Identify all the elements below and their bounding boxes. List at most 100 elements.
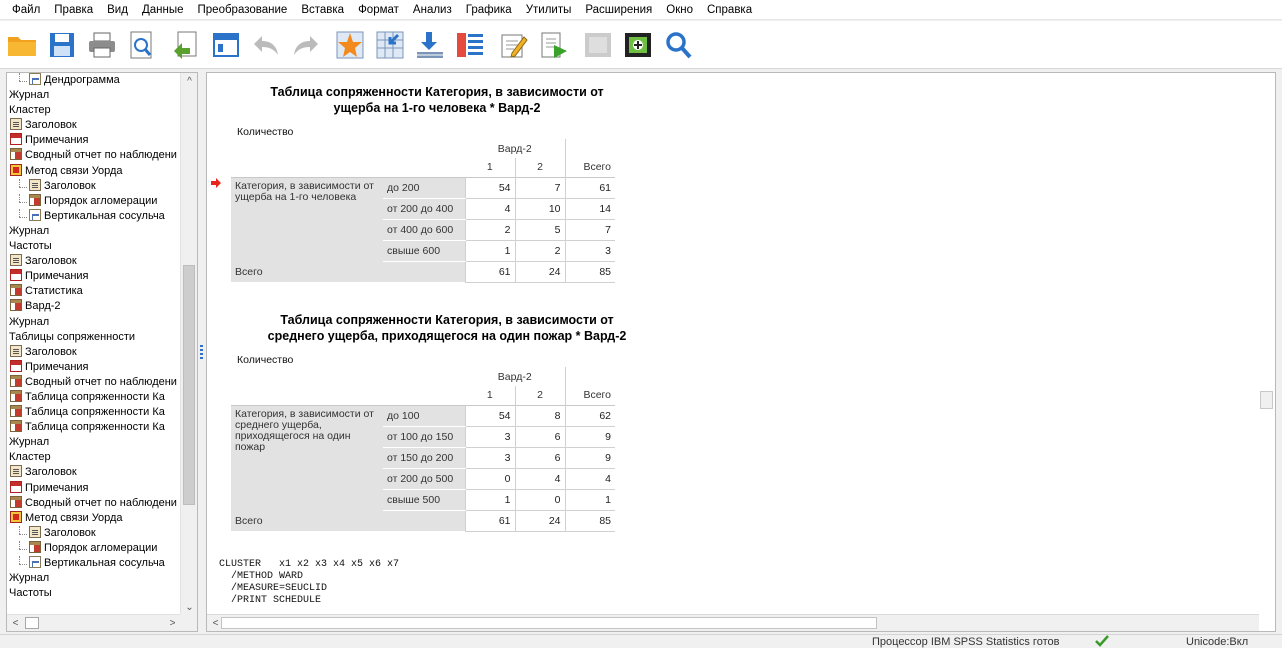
navigator-tree-item[interactable]: Вертикальная сосульча: [7, 208, 181, 224]
menu-item[interactable]: Окно: [659, 0, 700, 20]
navigator-tree-item[interactable]: Заголовок: [7, 254, 181, 269]
navigator-tree-item[interactable]: Журнал: [7, 571, 181, 586]
scroll-thumb[interactable]: [183, 265, 195, 505]
navigator-tree-item[interactable]: Сводный отчет по наблюдени: [7, 495, 181, 511]
navigator-horizontal-scrollbar[interactable]: < >: [7, 614, 181, 631]
navigator-tree-item[interactable]: Журнал: [7, 224, 181, 239]
navigator-tree-item[interactable]: Примечания: [7, 133, 181, 148]
goto-case-icon: [336, 31, 364, 58]
content-horizontal-scrollbar[interactable]: <: [207, 614, 1259, 631]
goto-variable-button[interactable]: [370, 23, 410, 67]
navigator-tree-item[interactable]: Вертикальная сосульча: [7, 556, 181, 571]
print-button[interactable]: [82, 23, 122, 67]
menu-item[interactable]: Расширения: [578, 0, 659, 20]
navigator-tree-item[interactable]: Примечания: [7, 269, 181, 284]
navigator-tree-item[interactable]: Таблица сопряженности Ка: [7, 389, 181, 405]
menu-item[interactable]: Вставка: [294, 0, 351, 20]
redo-button[interactable]: [286, 23, 326, 67]
table-subtitle: Количество: [237, 126, 294, 138]
menu-item[interactable]: Графика: [459, 0, 519, 20]
tree-item-label: Вертикальная сосульча: [44, 557, 165, 569]
hide-button[interactable]: [578, 23, 618, 67]
navigator-vertical-scrollbar[interactable]: ^ ⌄: [180, 73, 197, 616]
save-button[interactable]: [42, 23, 82, 67]
crosstab-table[interactable]: Вард-2 1 2 Всего Категория, в зависимости от…: [231, 367, 615, 532]
scroll-thumb[interactable]: [221, 617, 877, 629]
navigator-tree-item[interactable]: Примечания: [7, 480, 181, 496]
navigator-tree-item[interactable]: Журнал: [7, 435, 181, 450]
crosstab-table[interactable]: Вард-2 1 2 Всего Категория, в зависимости от…: [231, 139, 615, 283]
navigator-tree-item[interactable]: Сводный отчет по наблюдени: [7, 374, 181, 390]
menu-item[interactable]: Формат: [351, 0, 406, 20]
variables-button[interactable]: [450, 23, 490, 67]
navigator-tree-item[interactable]: Частоты: [7, 586, 181, 601]
export-button[interactable]: [166, 23, 206, 67]
navigator-tree-item[interactable]: Заголовок: [7, 525, 181, 541]
navigator-tree-item[interactable]: Примечания: [7, 359, 181, 375]
scroll-thumb[interactable]: [25, 617, 39, 629]
pane-splitter[interactable]: [198, 72, 206, 632]
table-cell: 24: [514, 261, 565, 283]
navigator-tree-item[interactable]: Частоты: [7, 239, 181, 254]
navigator-tree-item[interactable]: Таблицы сопряженности: [7, 330, 181, 345]
title-icon: [10, 344, 22, 357]
column-header: 2: [514, 386, 565, 405]
syntax-line: /MEASURE=SEUCLID: [219, 583, 328, 594]
tree-item-label: Примечания: [25, 481, 89, 494]
table-icon: [29, 193, 41, 206]
recall-dialog-button[interactable]: [206, 23, 246, 67]
table-row: Категория, в зависимости от среднего уще…: [231, 405, 615, 510]
navigator-tree-item[interactable]: Таблица сопряженности Ка: [7, 420, 181, 435]
navigator-tree-item[interactable]: Вард-2: [7, 299, 181, 314]
table-cell: 4: [564, 468, 615, 490]
navigator-tree-item[interactable]: Сводный отчет по наблюдени: [7, 148, 181, 163]
tree-item-label: Заголовок: [44, 179, 96, 192]
output-document: Таблица сопряженности Категория, в завис…: [207, 73, 1259, 616]
print-preview-button[interactable]: [122, 23, 162, 67]
search-button[interactable]: [658, 23, 698, 67]
insert-output-button[interactable]: [410, 23, 450, 67]
menu-item[interactable]: Преобразование: [191, 0, 295, 20]
navigator-tree-item[interactable]: Метод связи Уорда: [7, 510, 181, 526]
table-cell: 61: [464, 261, 515, 283]
menu-item[interactable]: Утилиты: [519, 0, 579, 20]
navigator-tree-item[interactable]: Кластер: [7, 450, 181, 465]
goto-case-button[interactable]: [330, 23, 370, 67]
navigator-tree-item[interactable]: Заголовок: [7, 344, 181, 360]
scroll-up-button[interactable]: ^: [181, 73, 197, 90]
menu-item[interactable]: Вид: [100, 0, 135, 20]
table-cell: 6: [514, 426, 565, 448]
menu-item[interactable]: Файл: [5, 0, 47, 20]
navigator-tree-item[interactable]: Журнал: [7, 315, 181, 330]
status-bar: Процессор IBM SPSS Statistics готов Unic…: [0, 634, 1282, 648]
navigator-tree-item[interactable]: Порядок агломерации: [7, 540, 181, 556]
navigator-tree-item[interactable]: Порядок агломерации: [7, 193, 181, 209]
navigator-tree-item[interactable]: Кластер: [7, 103, 181, 118]
navigator-tree-item[interactable]: Дендрограмма: [7, 73, 181, 88]
splitter-grip-icon[interactable]: [200, 345, 203, 359]
navigator-tree-item[interactable]: Заголовок: [7, 465, 181, 480]
undo-button[interactable]: [246, 23, 286, 67]
run-button[interactable]: [534, 23, 574, 67]
open-folder-button[interactable]: [2, 23, 42, 67]
navigator-tree-item[interactable]: Заголовок: [7, 178, 181, 194]
navigator-tree-item[interactable]: Метод связи Уорда: [7, 163, 181, 179]
navigator-tree-item[interactable]: Журнал: [7, 88, 181, 103]
tree-item-label: Порядок агломерации: [44, 194, 158, 207]
edit-button[interactable]: [494, 23, 534, 67]
content-vertical-scrollbar[interactable]: [1258, 73, 1275, 616]
navigator-tree-item[interactable]: Заголовок: [7, 118, 181, 133]
table-cell: 3: [464, 447, 515, 469]
menu-item[interactable]: Данные: [135, 0, 191, 20]
menu-item[interactable]: Правка: [47, 0, 100, 20]
menu-item[interactable]: Анализ: [406, 0, 459, 20]
navigator-tree-item[interactable]: Таблица сопряженности Ка: [7, 405, 181, 420]
scroll-right-button[interactable]: >: [164, 615, 181, 631]
table-icon: [10, 389, 22, 402]
scroll-thumb[interactable]: [1260, 391, 1273, 409]
scroll-left-button[interactable]: <: [7, 615, 24, 631]
tree-item-label: Журнал: [9, 89, 50, 102]
menu-item[interactable]: Справка: [700, 0, 759, 20]
show-all-button[interactable]: [618, 23, 658, 67]
navigator-tree-item[interactable]: Статистика: [7, 284, 181, 299]
